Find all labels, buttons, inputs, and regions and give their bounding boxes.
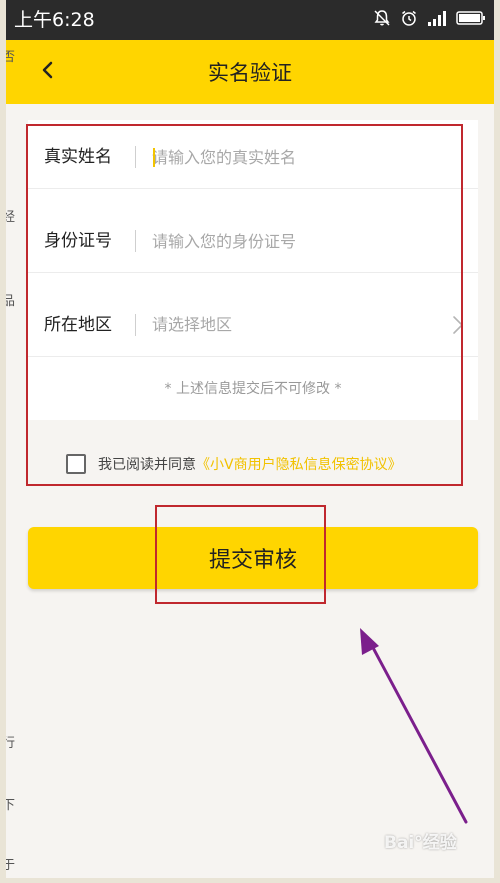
watermark: Bai°经验: [384, 833, 457, 853]
annotation-arrow: [360, 628, 468, 824]
